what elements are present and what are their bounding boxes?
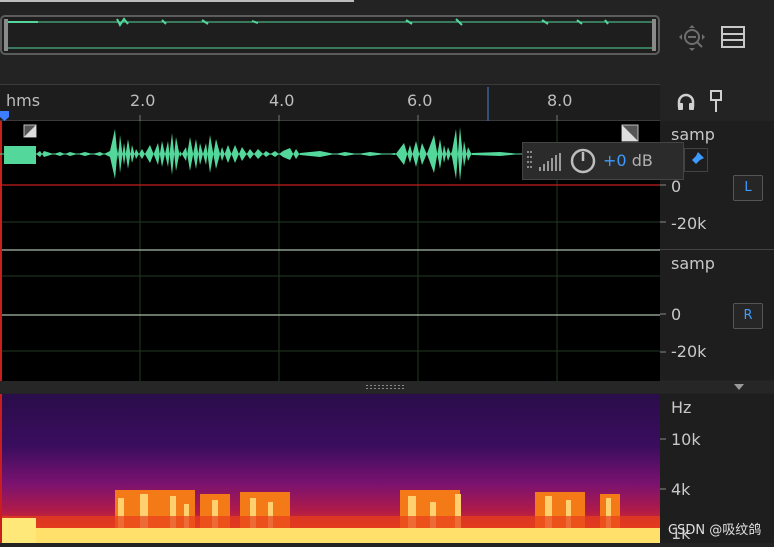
signal-bars-icon[interactable] [539, 153, 561, 171]
scale-ticks [660, 313, 666, 353]
collapse-chevron-icon[interactable] [734, 383, 744, 391]
overview-left-handle[interactable] [4, 19, 8, 51]
zoom-fit-icon[interactable] [678, 24, 706, 52]
volume-hud[interactable]: +0 dB [522, 142, 684, 180]
selection-start-block [4, 146, 36, 164]
frequency-tick: 10k [671, 430, 701, 449]
hud-drag-grip-icon[interactable] [527, 149, 533, 173]
time-ruler[interactable]: hms 2.0 4.0 6.0 8.0 [0, 84, 660, 122]
frequency-unit: Hz [671, 398, 692, 417]
headphone-icon[interactable] [676, 92, 696, 112]
pin-hud-button[interactable] [684, 148, 708, 172]
list-icon[interactable] [721, 26, 745, 48]
volume-unit: dB [631, 151, 653, 170]
scale-zero: 0 [671, 305, 682, 324]
volume-knob-icon[interactable] [569, 147, 597, 175]
top-divider-line [0, 0, 354, 2]
frequency-tick: 4k [671, 480, 691, 499]
scale-unit: samp [671, 254, 715, 273]
ruler-ticks [0, 87, 558, 122]
divider-grip-icon[interactable] [366, 385, 404, 389]
spectrogram [0, 394, 660, 543]
volume-value: +0 [603, 151, 627, 170]
scale-minus: -20k [671, 214, 707, 233]
playhead-handle-icon [0, 111, 9, 121]
overview-right-handle[interactable] [652, 19, 656, 51]
channel-right-button[interactable]: R [733, 303, 763, 329]
scale-minus: -20k [671, 342, 707, 361]
overview-waveform [6, 17, 654, 49]
frequency-ticks [660, 438, 666, 490]
pushpin-icon [688, 152, 704, 168]
left-channel-scale: samp 0 -20k L [660, 121, 774, 250]
volume-readout[interactable]: +0 dB [603, 151, 653, 170]
overview-waveform-navigator[interactable] [0, 15, 660, 55]
channel-left-button[interactable]: L [733, 175, 763, 201]
right-channel-scale: samp 0 -20k R [660, 250, 774, 380]
watermark: CSDN @吸纹鸽 [668, 523, 762, 538]
pin-icon[interactable] [710, 90, 722, 114]
spectral-frequency-display[interactable] [0, 394, 660, 543]
scale-ticks [660, 150, 666, 223]
